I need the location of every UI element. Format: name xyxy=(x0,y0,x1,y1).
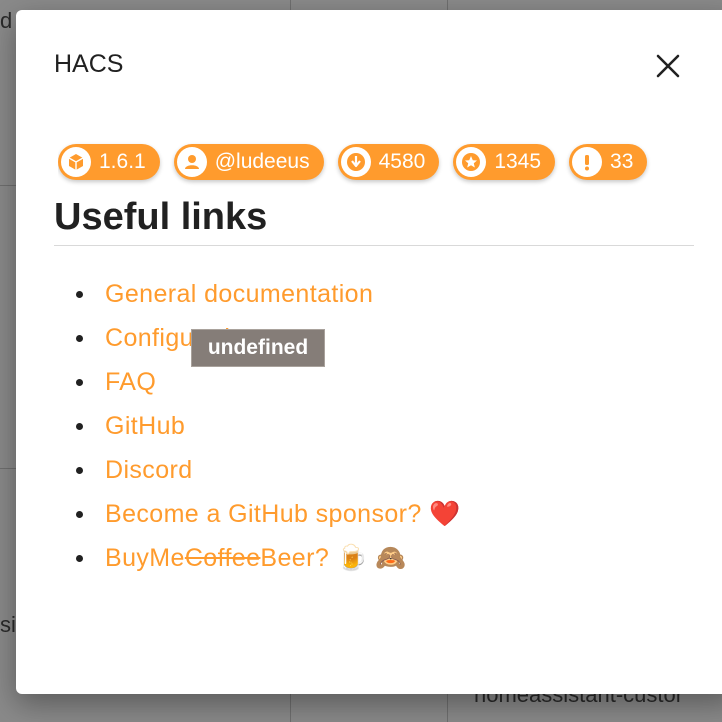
buymebeer-suffix: Beer? xyxy=(260,544,330,572)
background-text: d xyxy=(0,8,13,33)
tooltip: undefined xyxy=(191,329,325,367)
bullet xyxy=(76,379,83,386)
link-buymebeer[interactable]: BuyMeCoffeeBeer? 🍺 🙈 xyxy=(105,536,407,580)
badge-label: 33 xyxy=(610,150,634,173)
background-text: si xyxy=(0,612,16,637)
background-divider xyxy=(0,185,16,186)
heart-icon: ❤️ xyxy=(429,500,461,528)
badge-label: 1345 xyxy=(494,150,542,173)
hacs-dialog: HACS 1.6.1 @ludeeus 4580 1345 33 Useful … xyxy=(16,10,722,694)
version-badge[interactable]: 1.6.1 xyxy=(58,144,160,180)
divider xyxy=(54,245,694,246)
author-badge[interactable]: @ludeeus xyxy=(173,144,324,180)
bullet xyxy=(76,467,83,474)
stars-badge[interactable]: 1345 xyxy=(453,144,556,180)
bullet xyxy=(76,555,83,562)
useful-links-heading: Useful links xyxy=(54,196,268,238)
close-icon[interactable] xyxy=(652,50,684,82)
background-divider xyxy=(0,468,16,469)
bullet xyxy=(76,335,83,342)
link-discord[interactable]: Discord xyxy=(105,448,193,492)
badge-label: @ludeeus xyxy=(214,150,310,173)
buymebeer-struck: Coffee xyxy=(184,544,261,572)
bullet xyxy=(76,423,83,430)
issues-badge[interactable]: 33 xyxy=(569,144,648,180)
bullet xyxy=(76,511,83,518)
link-faq[interactable]: FAQ xyxy=(105,360,156,404)
close-button[interactable] xyxy=(652,50,684,82)
download-icon xyxy=(340,147,371,177)
link-general-documentation[interactable]: General documentation xyxy=(105,272,373,316)
sponsor-label: Become a GitHub sponsor? xyxy=(105,500,422,528)
downloads-badge[interactable]: 4580 xyxy=(337,144,440,180)
badge-label: 1.6.1 xyxy=(99,150,146,173)
account-icon xyxy=(176,147,207,177)
star-icon xyxy=(456,147,487,177)
beer-monkey-icon: 🍺 🙈 xyxy=(336,544,407,572)
link-github[interactable]: GitHub xyxy=(105,404,185,448)
alert-icon xyxy=(572,147,603,177)
buymebeer-prefix: BuyMe xyxy=(105,544,185,572)
dialog-title: HACS xyxy=(54,50,124,78)
link-sponsor[interactable]: Become a GitHub sponsor? ❤️ xyxy=(105,492,461,536)
badge-row: 1.6.1 @ludeeus 4580 1345 33 xyxy=(58,137,694,187)
package-icon xyxy=(61,147,91,177)
bullet xyxy=(76,291,83,298)
badge-label: 4580 xyxy=(378,150,426,173)
